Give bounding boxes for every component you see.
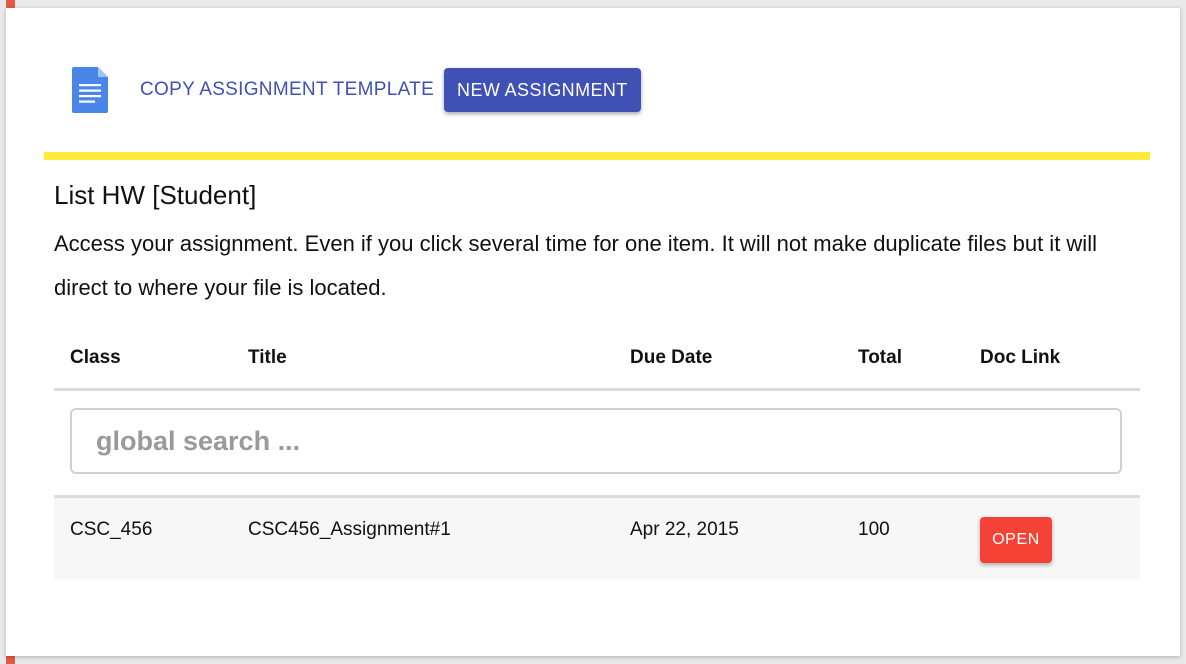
global-search-input[interactable] — [70, 408, 1122, 474]
column-header-total[interactable]: Total — [858, 347, 902, 369]
page-title: List HW [Student] — [54, 180, 257, 210]
toolbar: COPY ASSIGNMENT TEMPLATE NEW ASSIGNMENT — [70, 60, 641, 120]
open-doc-button[interactable]: OPEN — [980, 517, 1052, 563]
page-description: Access your assignment. Even if you clic… — [54, 231, 1097, 300]
table-row: CSC_456 CSC456_Assignment#1 Apr 22, 2015… — [54, 498, 1140, 579]
cell-due-date: Apr 22, 2015 — [630, 519, 739, 540]
table-header: Class Title Due Date Total Doc Link — [54, 330, 1140, 391]
column-header-due-date[interactable]: Due Date — [630, 347, 712, 369]
google-doc-icon[interactable] — [70, 63, 110, 117]
section-divider — [44, 152, 1150, 160]
column-header-class[interactable]: Class — [70, 347, 121, 369]
assignments-table: Class Title Due Date Total Doc Link CSC_… — [54, 330, 1140, 579]
column-header-title[interactable]: Title — [248, 347, 287, 369]
cell-class: CSC_456 — [70, 519, 153, 540]
column-header-doc-link[interactable]: Doc Link — [980, 347, 1060, 369]
cell-total: 100 — [858, 519, 890, 540]
cell-title: CSC456_Assignment#1 — [248, 519, 451, 540]
doc-icon-graphic — [72, 67, 108, 113]
new-assignment-button[interactable]: NEW ASSIGNMENT — [444, 68, 641, 112]
copy-assignment-template-button[interactable]: COPY ASSIGNMENT TEMPLATE — [132, 73, 442, 107]
search-row — [54, 391, 1140, 498]
